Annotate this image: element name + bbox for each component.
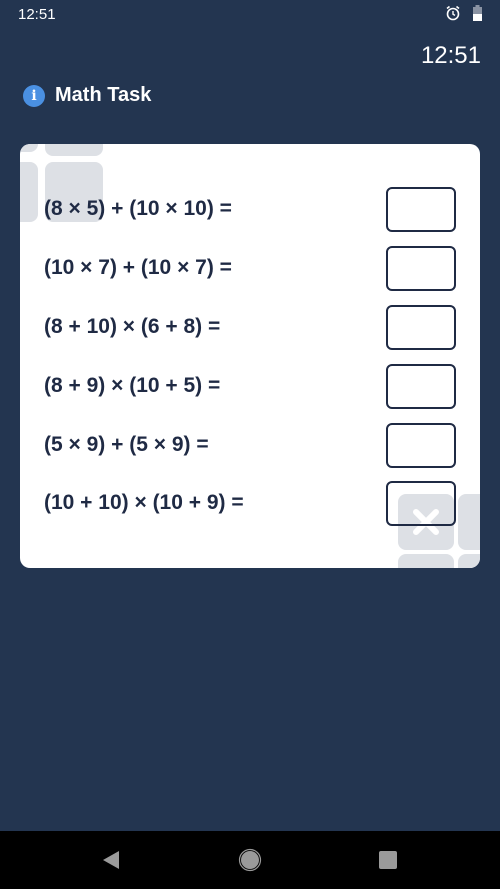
problem-expression: (10 + 10) × (10 + 9) = xyxy=(44,491,244,514)
answer-input[interactable] xyxy=(386,304,456,350)
status-time: 12:51 xyxy=(18,6,56,23)
problem-expression: (5 × 9) + (5 × 9) = xyxy=(44,433,209,456)
home-icon[interactable] xyxy=(238,848,262,872)
problem-row: (5 × 9) + (5 × 9) = xyxy=(44,421,456,469)
problem-expression: (8 + 9) × (10 + 5) = xyxy=(44,374,221,397)
back-icon[interactable] xyxy=(101,850,121,870)
navigation-bar xyxy=(0,831,500,889)
problem-row: (10 × 7) + (10 × 7) = xyxy=(44,244,456,292)
problem-expression: (8 × 5) + (10 × 10) = xyxy=(44,197,232,220)
problem-row: (8 × 5) + (10 × 10) = xyxy=(44,185,456,233)
status-bar: 12:51 xyxy=(0,0,500,32)
info-icon[interactable]: i xyxy=(23,84,45,107)
answer-input[interactable] xyxy=(386,245,456,291)
alarm-icon xyxy=(446,5,460,21)
task-card: (8 × 5) + (10 × 10) = (10 × 7) + (10 × 7… xyxy=(20,144,480,568)
page-title: Math Task xyxy=(55,84,152,106)
recents-icon[interactable] xyxy=(378,850,398,870)
decorative-key-shape xyxy=(398,554,454,568)
header: i Math Task xyxy=(23,84,151,107)
decorative-key-shape xyxy=(45,144,103,156)
problem-row: (8 + 9) × (10 + 5) = xyxy=(44,362,456,410)
problem-expression: (8 + 10) × (6 + 8) = xyxy=(44,315,221,338)
decorative-key-shape xyxy=(458,494,480,550)
battery-icon xyxy=(473,5,482,21)
answer-input[interactable] xyxy=(386,186,456,232)
answer-input[interactable] xyxy=(386,363,456,409)
answer-input[interactable] xyxy=(386,480,456,526)
problem-row: (8 + 10) × (6 + 8) = xyxy=(44,303,456,351)
decorative-key-shape xyxy=(20,144,38,152)
problem-expression: (10 × 7) + (10 × 7) = xyxy=(44,256,232,279)
problem-row: (10 + 10) × (10 + 9) = xyxy=(44,479,456,527)
decorative-key-shape xyxy=(20,162,38,222)
answer-input[interactable] xyxy=(386,422,456,468)
status-icons xyxy=(445,5,482,21)
decorative-key-shape xyxy=(458,554,480,568)
clock-display: 12:51 xyxy=(420,42,481,69)
